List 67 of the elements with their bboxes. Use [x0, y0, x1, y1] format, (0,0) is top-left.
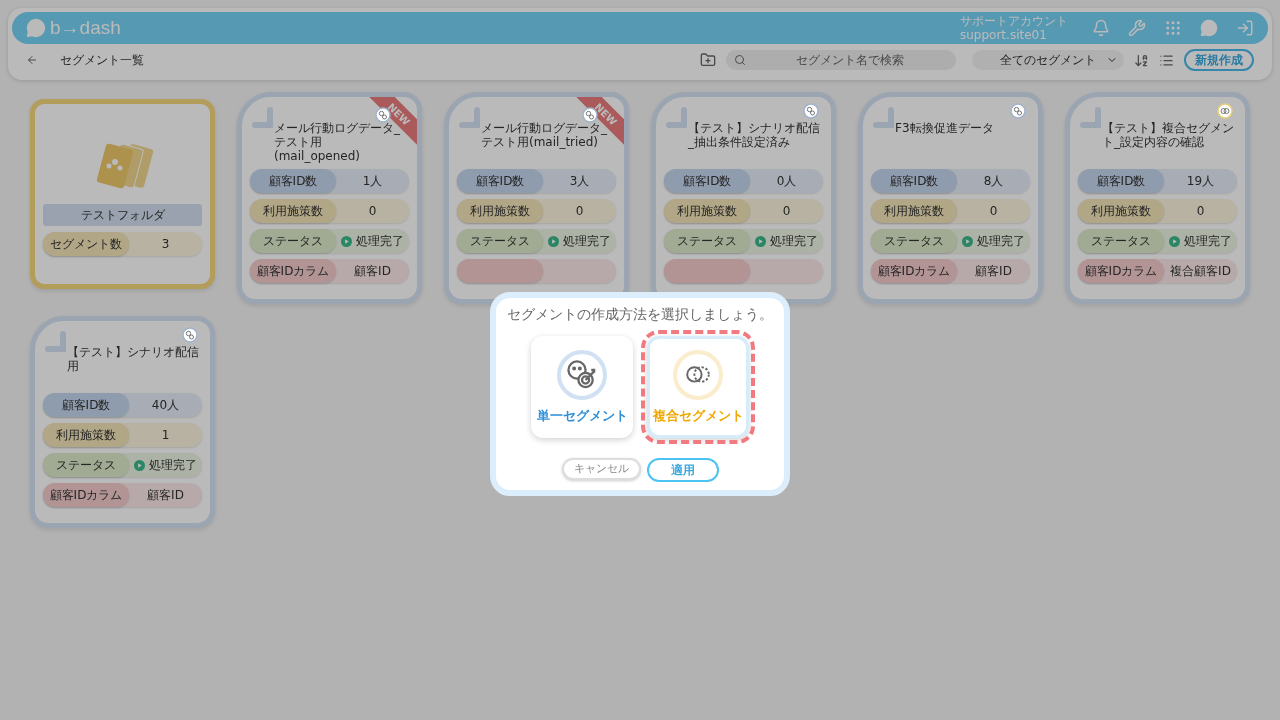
row-value: 顧客ID — [353, 262, 392, 280]
row-value: 3 — [160, 237, 171, 251]
row-value: 0 — [367, 204, 378, 218]
row-value: 1 — [160, 428, 171, 442]
page-title: セグメント一覧 — [60, 51, 144, 69]
folder-card[interactable]: テストフォルダ セグメント数 3 — [30, 99, 215, 289]
logo: b→dash — [26, 17, 121, 39]
row-label: 顧客ID数 — [664, 169, 750, 193]
row-label: 利用施策数 — [250, 199, 336, 223]
row-label: 顧客ID数 — [43, 393, 129, 417]
row-label: 利用施策数 — [457, 199, 543, 223]
row-value: 0人 — [775, 172, 798, 190]
row-value: 処理完了 — [543, 232, 616, 250]
segment-card[interactable]: 【テスト】シナリオ配信用 顧客ID数 40人 利用施策数 1 ステータス 処理完了 顧客IDカラム 顧客ID — [30, 316, 215, 528]
row-value: 19人 — [1185, 172, 1216, 190]
segment-name: 【テスト】シナリオ配信用 — [66, 345, 200, 375]
row-label: 利用施策数 — [43, 423, 129, 447]
row-value: 0 — [781, 204, 792, 218]
dialog-title: セグメントの作成方法を選択しましょう。 — [507, 306, 773, 324]
row-value: 処理完了 — [750, 232, 823, 250]
row-label: ステータス — [871, 229, 957, 253]
row-value: 1人 — [361, 172, 384, 190]
row-label: 利用施策数 — [664, 199, 750, 223]
row-value: 処理完了 — [957, 232, 1030, 250]
row-label: 顧客ID数 — [250, 169, 336, 193]
segment-name: 【テスト】複合セグメント_設定内容の確認 — [1101, 121, 1235, 151]
row-value: 3人 — [568, 172, 591, 190]
segment-card[interactable]: 【テスト】シナリオ配信_抽出条件設定済み 顧客ID数 0人 利用施策数 0 ステータス 処理完了 — [651, 92, 836, 304]
row-label: セグメント数 — [43, 232, 129, 256]
row-label: ステータス — [250, 229, 336, 253]
segment-card[interactable]: F3転換促進データ 顧客ID数 8人 利用施策数 0 ステータス 処理完了 顧客IDカラム 顧客ID — [858, 92, 1043, 304]
segment-name: メール行動ログデータ_テスト用(mail_opened) — [273, 121, 400, 163]
segment-name: メール行動ログデータ_テスト用(mail_tried) — [480, 121, 607, 151]
row-value: 40人 — [150, 396, 181, 414]
row-label: ステータス — [43, 453, 129, 477]
row-label: ステータス — [1078, 229, 1164, 253]
segment-card[interactable]: 【テスト】複合セグメント_設定内容の確認 顧客ID数 19人 利用施策数 0 ステータス 処理完了 顧客IDカラム 複合顧客ID — [1065, 92, 1250, 304]
segment-name: F3転換促進データ — [894, 121, 995, 137]
row-label: 顧客IDカラム — [1078, 259, 1164, 283]
row-label: ステータス — [457, 229, 543, 253]
row-value: 0 — [1195, 204, 1206, 218]
row-value: 処理完了 — [129, 456, 202, 474]
filter-select[interactable]: 全てのセグメント — [972, 50, 1124, 70]
row-value: 顧客ID — [146, 486, 185, 504]
row-label: ステータス — [664, 229, 750, 253]
row-value: 処理完了 — [1164, 232, 1237, 250]
cancel-button[interactable]: キャンセル — [561, 458, 641, 480]
row-value: 8人 — [982, 172, 1005, 190]
row-value: 0 — [574, 204, 585, 218]
row-label: 顧客ID数 — [457, 169, 543, 193]
row-label: 顧客IDカラム — [43, 483, 129, 507]
row-label: 顧客ID数 — [871, 169, 957, 193]
folder-name: テストフォルダ — [43, 204, 202, 226]
search-field[interactable]: セグメント名で検索 — [726, 50, 956, 70]
row-label: 利用施策数 — [871, 199, 957, 223]
account-id: support.site01 — [960, 28, 1048, 42]
row-value: 0 — [988, 204, 999, 218]
row-label: 顧客IDカラム — [871, 259, 957, 283]
row-label: 利用施策数 — [1078, 199, 1164, 223]
row-label: 顧客IDカラム — [250, 259, 336, 283]
row-label: 顧客ID数 — [1078, 169, 1164, 193]
row-value: 処理完了 — [336, 232, 409, 250]
row-value: 複合顧客ID — [1169, 262, 1232, 280]
account-name: サポートアカウント — [960, 14, 1068, 28]
segment-name: 【テスト】シナリオ配信_抽出条件設定済み — [687, 121, 821, 151]
row-value: 顧客ID — [974, 262, 1013, 280]
method-option[interactable]: 単一セグメント — [531, 336, 633, 438]
